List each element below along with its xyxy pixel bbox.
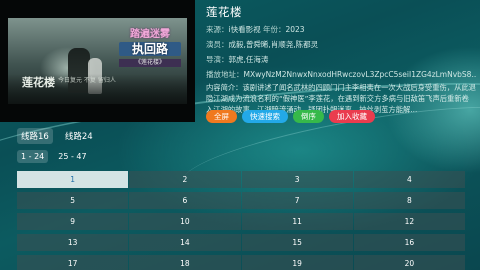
episode-button[interactable]: 14 xyxy=(129,234,241,251)
episode-button[interactable]: 10 xyxy=(129,213,241,230)
route-tabs: 线路16 线路24 xyxy=(17,128,97,144)
source-year-row: 来源：i快看影视 年份：2023 xyxy=(206,25,305,34)
episode-button[interactable]: 2 xyxy=(129,171,241,188)
quick-search-button[interactable]: 快速搜索 xyxy=(242,110,288,123)
route-tab[interactable]: 线路24 xyxy=(61,128,97,144)
fullscreen-button[interactable]: 全屏 xyxy=(206,110,237,123)
episode-button[interactable]: 12 xyxy=(353,213,465,230)
overlay-subtitle: 今日复元 不复 留归人 xyxy=(58,77,116,84)
sort-button[interactable]: 倒序 xyxy=(293,110,324,123)
route-tab[interactable]: 线路16 xyxy=(17,128,53,144)
episode-button[interactable]: 20 xyxy=(353,255,465,270)
director-row: 导演：郭虎,任海涛 xyxy=(206,55,269,64)
show-logo: 踏遍迷雾 执回路 《莲花楼》 xyxy=(119,30,181,67)
episode-button[interactable]: 15 xyxy=(241,234,353,251)
video-title: 莲花楼 xyxy=(206,5,242,19)
play-url-row: 播放地址：MXwyNzM2NnwxNnxodHRwczovL3ZpcC5seiI… xyxy=(206,70,476,79)
episode-button[interactable]: 4 xyxy=(353,171,465,188)
episode-button[interactable]: 13 xyxy=(17,234,129,251)
episode-button[interactable]: 8 xyxy=(353,192,465,209)
episode-button[interactable]: 6 xyxy=(129,192,241,209)
episode-button[interactable]: 9 xyxy=(17,213,129,230)
episode-button[interactable]: 3 xyxy=(241,171,353,188)
episode-range-tabs: 1 - 24 25 - 47 xyxy=(17,150,91,163)
range-tab[interactable]: 1 - 24 xyxy=(17,150,49,163)
action-bar: 全屏 快速搜索 倒序 加入收藏 xyxy=(206,110,375,123)
video-frame: 踏遍迷雾 执回路 《莲花楼》 莲花楼 今日复元 不复 留归人 xyxy=(8,18,187,104)
episode-button[interactable]: 18 xyxy=(129,255,241,270)
video-player[interactable]: 踏遍迷雾 执回路 《莲花楼》 莲花楼 今日复元 不复 留归人 xyxy=(0,0,195,122)
actors-row: 演员：成毅,曾舜晞,肖顺尧,陈都灵 xyxy=(206,40,319,49)
episode-button[interactable]: 1 xyxy=(17,171,129,188)
episode-grid: 1 2 3 4 5 6 7 8 9 10 11 12 13 14 15 16 1… xyxy=(17,171,465,270)
favorite-button[interactable]: 加入收藏 xyxy=(329,110,375,123)
overlay-title: 莲花楼 xyxy=(22,76,55,89)
episode-button[interactable]: 5 xyxy=(17,192,129,209)
episode-button[interactable]: 16 xyxy=(353,234,465,251)
episode-button[interactable]: 7 xyxy=(241,192,353,209)
episode-button[interactable]: 17 xyxy=(17,255,129,270)
episode-button[interactable]: 11 xyxy=(241,213,353,230)
detail-panel: 莲花楼 来源：i快看影视 年份：2023 演员：成毅,曾舜晞,肖顺尧,陈都灵 导… xyxy=(206,4,476,115)
range-tab[interactable]: 25 - 47 xyxy=(54,150,90,163)
episode-button[interactable]: 19 xyxy=(241,255,353,270)
